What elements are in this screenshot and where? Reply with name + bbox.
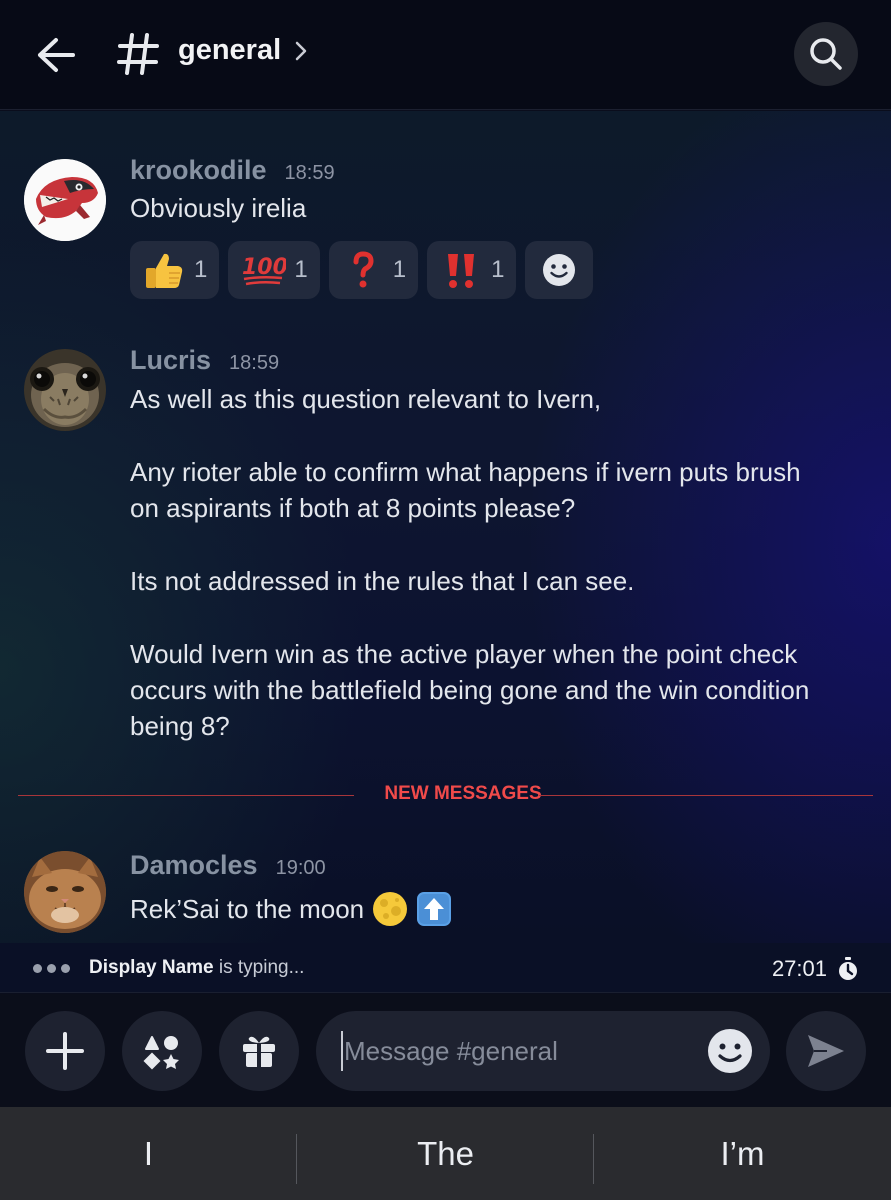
suggestion-item[interactable]: I: [0, 1107, 297, 1200]
message-header: krookodile 18:59: [130, 155, 335, 186]
message-text: on aspirants if both at 8 points please?: [130, 493, 576, 523]
message-text: Rek’Sai to the moon: [130, 893, 365, 924]
message-composer: [0, 994, 891, 1107]
new-messages-label: NEW MESSAGES: [384, 783, 542, 804]
username[interactable]: krookodile: [130, 155, 267, 186]
reaction-double-exclamation[interactable]: 1: [427, 241, 517, 299]
channel-title[interactable]: general: [178, 34, 307, 67]
divider-line-right: [539, 795, 873, 796]
timestamp: 18:59: [284, 162, 335, 184]
avatar[interactable]: [24, 851, 106, 933]
divider-line-left: [18, 795, 354, 796]
username[interactable]: Lucris: [130, 345, 211, 376]
slowmode-timer: 27:01: [772, 956, 859, 982]
message-input[interactable]: [344, 1029, 694, 1073]
emoji-picker-button[interactable]: [706, 1027, 754, 1075]
message-text: being 8?: [130, 711, 230, 741]
thumbs-up-icon: [146, 253, 183, 288]
reaction-count: 1: [294, 256, 308, 283]
search-icon: [810, 38, 842, 70]
typing-user-name: Display Name: [89, 957, 214, 978]
typing-dots-icon: [33, 964, 70, 973]
plus-icon: [46, 1032, 84, 1070]
smiley-add-icon: [543, 254, 576, 286]
reaction-count: 1: [491, 256, 505, 283]
full-moon-emoji-icon: [373, 892, 408, 926]
text-caret: [341, 1031, 343, 1071]
channel-name: general: [178, 34, 282, 66]
stopwatch-icon: [839, 957, 857, 980]
channel-hash-icon: [108, 24, 168, 84]
message-text: As well as this question relevant to Ive…: [130, 384, 602, 414]
cat-avatar-icon: [24, 851, 106, 933]
search-button[interactable]: [794, 22, 858, 86]
timer-value: 27:01: [771, 956, 827, 981]
double-exclamation-icon: [448, 254, 475, 288]
suggestion-item[interactable]: The: [297, 1107, 594, 1200]
avatar[interactable]: [24, 349, 106, 431]
message-input-wrapper: [316, 1011, 770, 1091]
arrow-left-icon: [38, 38, 75, 72]
message-header: Damocles 19:00: [130, 850, 326, 881]
message-text: Obviously irelia: [130, 193, 307, 223]
message-text: Any rioter able to confirm what happens …: [130, 457, 801, 487]
typing-text: Display Name is typing...: [89, 957, 304, 979]
owl-avatar-icon: [24, 349, 106, 431]
back-button[interactable]: [28, 30, 84, 80]
message-text: Its not addressed in the rules that I ca…: [130, 566, 635, 596]
message-text: Would Ivern win as the active player whe…: [130, 639, 798, 669]
gift-button[interactable]: [219, 1011, 299, 1091]
reaction-thumbs-up[interactable]: 1: [130, 241, 220, 299]
smiley-icon: [708, 1029, 752, 1073]
avatar[interactable]: [24, 159, 106, 241]
typing-indicator-bar: Display Name is typing... 27:01: [0, 943, 891, 993]
chevron-right-icon: [295, 41, 307, 60]
reaction-question-mark[interactable]: 1: [328, 241, 419, 299]
up-arrow-emoji-icon: [417, 892, 452, 926]
reaction-hundred-points[interactable]: 100 1: [228, 241, 320, 299]
message-text: occurs with the battlefield being gone a…: [130, 675, 810, 705]
add-attachment-button[interactable]: [25, 1011, 105, 1091]
message-list[interactable]: krookodile 18:59 Obviously irelia 1 100 …: [0, 111, 891, 943]
timestamp: 19:00: [275, 857, 326, 879]
keyboard-suggestion-bar: I The I’m: [0, 1107, 891, 1200]
reaction-count: 1: [392, 256, 407, 283]
channel-header: general: [0, 0, 891, 110]
message-header: Lucris 18:59: [130, 345, 279, 376]
new-messages-divider: NEW MESSAGES: [18, 783, 873, 804]
send-button[interactable]: [786, 1011, 866, 1091]
hundred-points-icon: 100: [242, 255, 286, 286]
question-mark-icon: [353, 251, 374, 288]
username[interactable]: Damocles: [130, 850, 258, 881]
suggestion-item[interactable]: I’m: [594, 1107, 891, 1200]
apps-icon: [143, 1036, 179, 1070]
message-text-row: Rek’Sai to the moon: [130, 891, 452, 927]
typing-suffix: is typing...: [213, 957, 305, 978]
timestamp: 18:59: [229, 352, 280, 374]
send-icon: [808, 1035, 844, 1067]
krookodile-avatar-icon: [24, 159, 106, 241]
add-reaction-button[interactable]: [525, 241, 594, 299]
reaction-bar: 1 100 1 1 1: [130, 241, 594, 299]
gift-icon: [243, 1036, 275, 1067]
apps-button[interactable]: [122, 1011, 202, 1091]
reaction-count: 1: [194, 256, 208, 283]
